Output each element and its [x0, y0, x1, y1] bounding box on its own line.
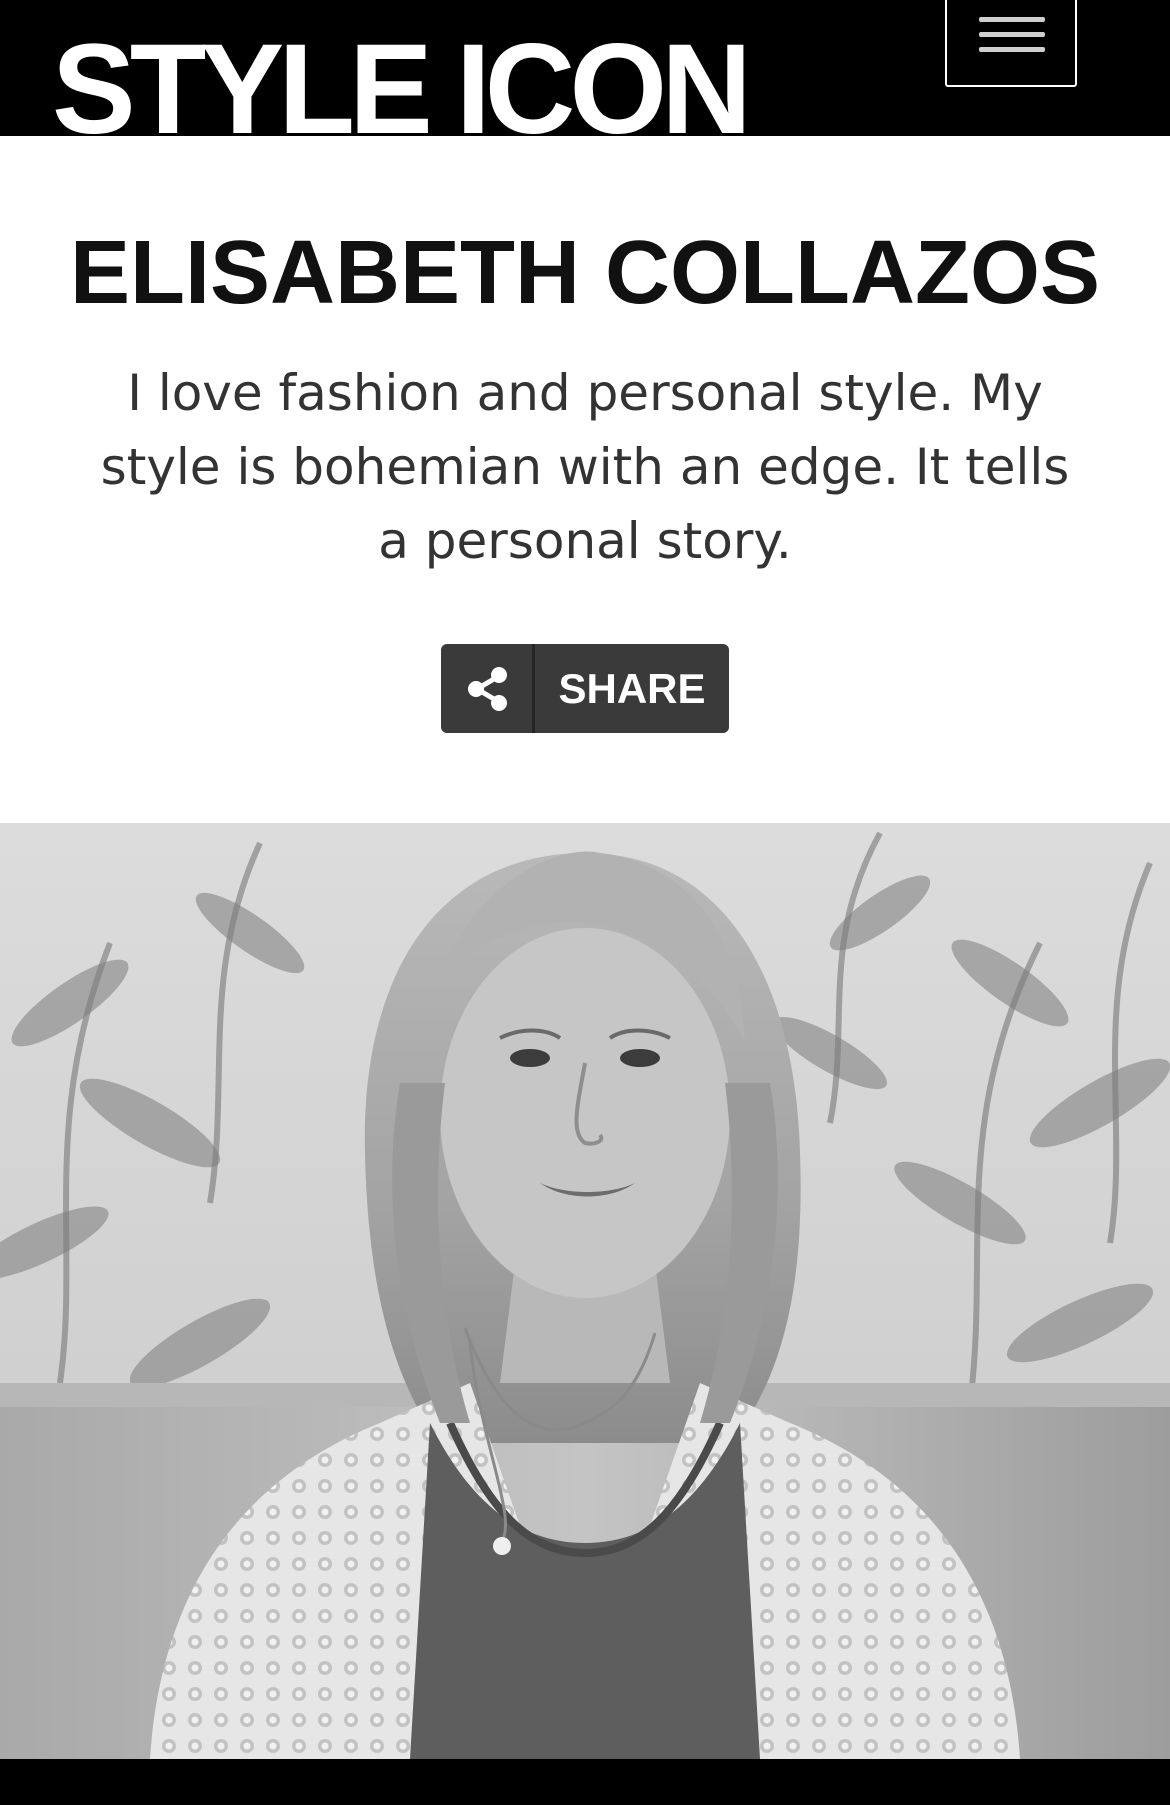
- intro-text: I love fashion and personal style. My st…: [100, 364, 1070, 570]
- hamburger-menu-icon: [979, 17, 1045, 22]
- portrait-photo: [0, 823, 1170, 1759]
- page-title: ELISABETH COLLAZOS: [70, 223, 1100, 323]
- share-button[interactable]: SHARE: [441, 644, 729, 733]
- site-logo[interactable]: STYLE ICON: [52, 26, 760, 136]
- share-label: SHARE: [558, 665, 706, 712]
- logo-text: STYLE ICON: [52, 26, 752, 136]
- bottom-bar: [0, 1759, 1170, 1805]
- hamburger-menu-icon-bar: [979, 47, 1045, 52]
- hamburger-menu-icon-bar: [979, 32, 1045, 37]
- share-icon: [468, 667, 507, 711]
- hamburger-menu-button[interactable]: [945, 0, 1077, 87]
- site-header: STYLE ICON: [0, 0, 1170, 136]
